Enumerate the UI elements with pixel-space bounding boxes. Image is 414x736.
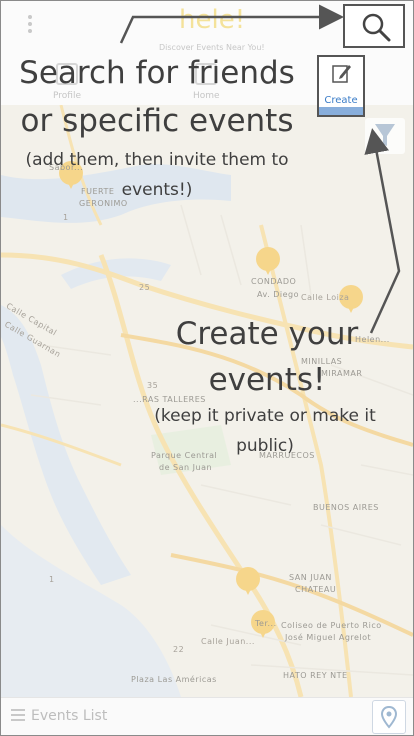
search-callout-line2: or specific events [20,103,294,139]
map-label: HATO REY NTE [283,671,348,680]
event-pin[interactable] [236,567,260,595]
filter-button[interactable] [365,118,405,154]
search-icon [362,13,391,42]
events-list-button[interactable]: Events List [11,708,107,724]
route-marker: 22 [173,645,185,654]
filter-icon [375,124,395,146]
map-label: BUENOS AIRES [313,503,379,512]
create-callout: Create your events! [161,311,373,403]
map-label: SAN JUAN [289,573,332,582]
search-callout-sub1: (add them, then invite them to [25,150,289,170]
location-pin-icon [380,705,398,729]
map-label: Calle Juan... [201,637,255,646]
map-label: Calle Loiza [301,293,350,302]
create-callout-sub1: (keep it private or make it [154,406,376,426]
route-marker: 1 [63,213,69,222]
map-label: de San Juan [159,463,213,472]
screen: FUERTE GERONIMO Sabor... CONDADO Av. Die… [0,0,414,736]
map-label: CONDADO [251,277,297,286]
create-callout-line2: events! [208,362,326,398]
route-marker: 25 [139,283,151,292]
route-marker: 35 [147,381,159,390]
event-pin[interactable] [256,247,280,275]
bottom-bar: Events List [1,697,413,735]
create-callout-sub2: public) [236,436,294,456]
create-callout-line1: Create your [175,316,359,352]
search-callout-line1: Search for friends [19,55,295,91]
create-callout-sub: (keep it private or make it public) [123,401,407,461]
map-label: Coliseo de Puerto Rico [281,621,382,630]
list-icon [11,709,25,721]
map-label: Av. Diego [257,290,299,299]
events-list-label: Events List [31,708,108,724]
map-label: CHATEAU [295,585,337,594]
edit-icon [332,65,351,83]
search-callout: Search for friends or specific events [1,49,313,145]
search-button[interactable] [343,4,405,48]
map-label: Plaza Las Américas [131,675,217,684]
search-callout-sub: (add them, then invite them to events!) [1,145,313,205]
create-active-bar [319,107,363,115]
map-label: José Miguel Agrelot [285,633,372,642]
location-button[interactable] [372,700,406,734]
menu-dots-icon[interactable] [27,15,33,35]
create-label: Create [324,95,358,106]
create-button[interactable]: Create [317,55,365,117]
map-label: Ter... [255,619,277,628]
route-marker: 1 [49,575,55,584]
app-logo: hele! [179,5,246,35]
search-callout-sub2: events!) [121,180,193,200]
